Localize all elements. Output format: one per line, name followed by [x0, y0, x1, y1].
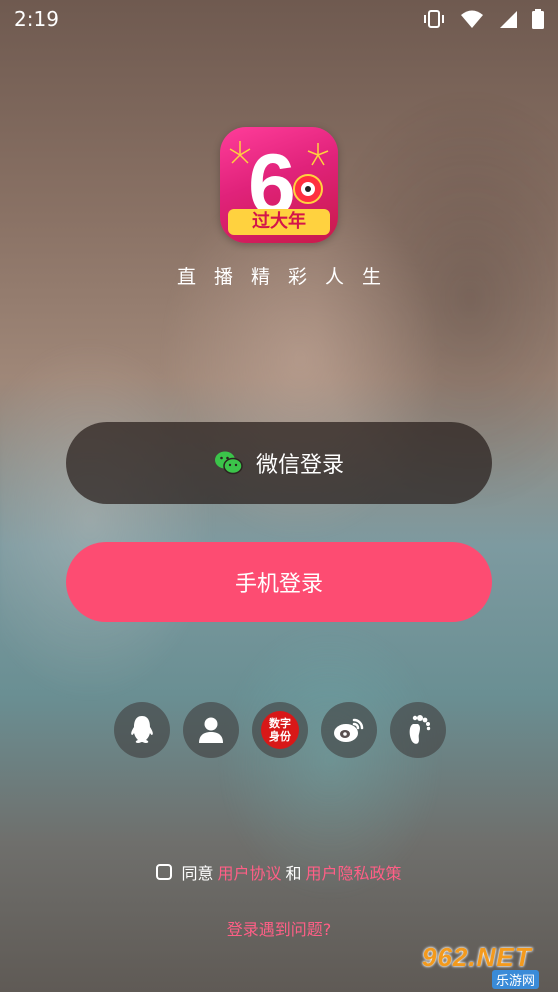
status-icons — [422, 9, 544, 29]
app-logo: 6 过大年 — [220, 127, 338, 243]
logo-banner: 过大年 — [228, 209, 330, 235]
watermark-main: 962.NET — [422, 942, 532, 972]
agreement-row: 同意 用户协议 和 用户隐私政策 — [0, 860, 558, 884]
footprint-login-button[interactable] — [390, 702, 446, 758]
wechat-icon — [214, 451, 243, 475]
status-bar: 2:19 — [0, 0, 558, 38]
wechat-login-button[interactable]: 微信登录 — [66, 422, 492, 504]
tagline: 直播精彩人生 — [176, 266, 399, 288]
wechat-login-label: 微信登录 — [255, 453, 344, 478]
agreement-and: 和 — [285, 864, 302, 883]
phone-login-label: 手机登录 — [234, 572, 323, 597]
privacy-policy-link[interactable]: 用户隐私政策 — [306, 860, 402, 884]
footprint-icon — [409, 715, 431, 744]
digital-id-icon: 数字 身份 — [261, 711, 299, 749]
account-login-button[interactable] — [183, 702, 239, 758]
weibo-login-button[interactable] — [321, 702, 377, 758]
user-agreement-link[interactable]: 用户协议 — [217, 860, 281, 884]
signal-icon — [500, 11, 517, 28]
status-time: 2:19 — [14, 7, 59, 31]
watermark: 962.NET 乐游网 — [422, 942, 552, 989]
agreement-prefix: 同意 — [181, 864, 214, 883]
digital-id-line1: 数字 — [269, 717, 291, 730]
lion-head-icon — [293, 174, 323, 204]
watermark-sub: 乐游网 — [492, 970, 540, 989]
vibrate-icon — [424, 10, 444, 28]
account-icon — [199, 717, 223, 743]
digital-id-login-button[interactable]: 数字 身份 — [252, 702, 308, 758]
wifi-icon — [461, 10, 483, 28]
qq-icon — [131, 716, 153, 743]
qq-login-button[interactable] — [114, 702, 170, 758]
digital-id-line2: 身份 — [269, 730, 291, 743]
agreement-checkbox[interactable] — [156, 864, 173, 880]
weibo-icon — [334, 718, 364, 742]
phone-login-button[interactable]: 手机登录 — [66, 542, 492, 622]
login-help-link[interactable]: 登录遇到问题? — [0, 916, 558, 940]
battery-icon — [532, 9, 544, 29]
social-login-row: 数字 身份 — [114, 702, 446, 758]
